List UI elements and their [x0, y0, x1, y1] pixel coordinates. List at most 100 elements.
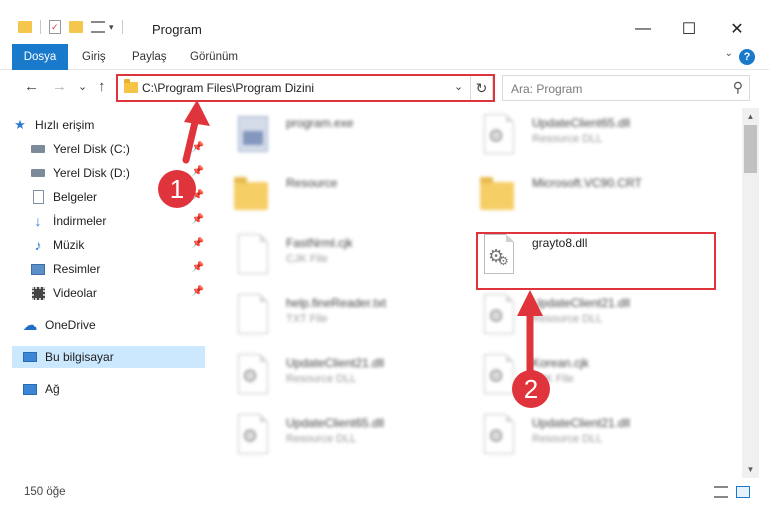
sidebar-item-videos[interactable]: Videolar 📌 — [30, 282, 206, 304]
title-bar: ✓ ▾ Program — ☐ ✕ — [0, 0, 769, 44]
search-box[interactable]: ⚲ — [502, 75, 750, 101]
file-name: UpdateClient65.dll — [532, 116, 631, 130]
file-type: TXT File — [286, 313, 328, 325]
file-item-grayto8-dll[interactable]: ⚙ ⚙ grayto8.dll — [478, 232, 708, 288]
file-name: help.fineReader.txt — [286, 296, 387, 310]
maximize-button[interactable]: ☐ — [666, 14, 712, 44]
sidebar-item-network[interactable]: Ağ — [22, 378, 206, 400]
dll-icon: ⚙ — [232, 352, 272, 400]
file-name: Resource — [286, 176, 338, 190]
scroll-down-button[interactable]: ▼ — [742, 461, 759, 478]
folder-icon — [18, 21, 32, 33]
pin-icon: 📌 — [191, 214, 204, 225]
address-path[interactable]: C:\Program Files\Program Dizini — [142, 81, 314, 95]
status-bar: 150 öğe — [0, 478, 769, 510]
up-button[interactable]: ↑ — [98, 78, 106, 95]
dll-icon: ⚙ — [478, 412, 518, 460]
new-folder-icon[interactable] — [69, 21, 83, 33]
minimize-button[interactable]: — — [620, 14, 666, 44]
file-type: Resource DLL — [532, 313, 603, 325]
pin-icon: 📌 — [191, 286, 204, 297]
dll-icon: ⚙ — [478, 112, 518, 160]
document-icon — [232, 232, 272, 280]
file-type: CJK File — [286, 253, 328, 265]
tab-home[interactable]: Giriş — [72, 44, 116, 70]
sidebar-item-label: Yerel Disk (D:) — [53, 166, 130, 180]
file-name: UpdateClient21.dll — [286, 356, 385, 370]
file-name: grayto8.dll — [532, 236, 588, 250]
close-button[interactable]: ✕ — [714, 14, 760, 44]
file-item[interactable]: FastNrml.cjk CJK File — [232, 232, 462, 288]
file-item[interactable]: ⚙ UpdateClient21.dll Resource DLL — [478, 292, 708, 348]
file-name: program.exe — [286, 116, 354, 130]
sidebar-item-label: Bu bilgisayar — [45, 350, 114, 364]
customize-toolbar-icon[interactable] — [91, 21, 105, 33]
sidebar-item-downloads[interactable]: ↓ İndirmeler 📌 — [30, 210, 206, 232]
sidebar-item-pictures[interactable]: Resimler 📌 — [30, 258, 206, 280]
forward-button[interactable]: → — [52, 78, 67, 95]
scroll-up-button[interactable]: ▲ — [742, 108, 759, 125]
file-item[interactable]: ⚙ UpdateClient65.dll Resource DLL — [478, 112, 708, 168]
file-type: Resource DLL — [532, 433, 603, 445]
step-1-callout: 1 — [158, 170, 196, 208]
tab-share[interactable]: Paylaş — [122, 44, 177, 70]
videos-icon — [30, 286, 46, 300]
folder-icon — [124, 79, 138, 93]
folder-item[interactable]: Microsoft.VC90.CRT — [478, 172, 708, 228]
file-name: FastNrml.cjk — [286, 236, 353, 250]
music-icon: ♪ — [34, 237, 42, 253]
dropdown-icon[interactable]: ▾ — [109, 22, 114, 33]
help-button[interactable]: ? — [739, 49, 755, 65]
file-list: program.exe Resource FastNrml.cjk CJK Fil… — [210, 108, 740, 478]
collapse-ribbon-button[interactable]: ⌄ — [725, 48, 733, 59]
folder-item[interactable]: Resource — [232, 172, 462, 228]
recent-locations-button[interactable]: ⌄ — [78, 80, 87, 93]
dll-icon: ⚙ ⚙ — [478, 232, 518, 280]
cloud-icon: ☁ — [22, 317, 38, 334]
file-item[interactable]: program.exe — [232, 112, 462, 168]
pin-icon: 📌 — [191, 166, 204, 177]
sidebar-item-music[interactable]: ♪ Müzik 📌 — [30, 234, 206, 256]
quick-access-toolbar: ✓ ▾ — [18, 20, 127, 34]
refresh-button[interactable]: ↻ — [470, 76, 492, 100]
pictures-icon — [30, 262, 46, 276]
tab-file[interactable]: Dosya — [12, 44, 68, 70]
large-icons-view-icon[interactable] — [736, 486, 750, 498]
documents-icon — [30, 190, 46, 204]
star-icon: ★ — [14, 117, 26, 132]
properties-icon[interactable]: ✓ — [49, 20, 61, 34]
address-dropdown-button[interactable]: ⌄ — [454, 80, 463, 93]
navigation-bar: ← → ⌄ ↑ C:\Program Files\Program Dizini … — [0, 70, 769, 106]
sidebar-item-this-pc[interactable]: Bu bilgisayar — [12, 346, 205, 368]
toolbar-separator — [40, 20, 41, 34]
network-icon — [22, 382, 38, 396]
file-item[interactable]: ⚙ UpdateClient21.dll Resource DLL — [232, 352, 462, 408]
file-name: Microsoft.VC90.CRT — [532, 176, 642, 190]
details-view-icon[interactable] — [714, 486, 728, 498]
file-name: Korean.cjk — [532, 356, 589, 370]
tab-view[interactable]: Görünüm — [180, 44, 248, 70]
sidebar-item-quick-access[interactable]: ★ Hızlı erişim — [12, 114, 204, 136]
file-name: UpdateClient65.dll — [286, 416, 385, 430]
scroll-thumb[interactable] — [744, 125, 757, 173]
drive-icon — [30, 166, 46, 180]
pin-icon: 📌 — [191, 238, 204, 249]
sidebar-item-label: Resimler — [53, 262, 101, 276]
vertical-scrollbar[interactable]: ▲ ▼ — [742, 108, 759, 478]
search-icon[interactable]: ⚲ — [733, 79, 743, 96]
sidebar-item-local-disk-c[interactable]: Yerel Disk (C:) 📌 — [30, 138, 206, 160]
file-item[interactable]: help.fineReader.txt TXT File — [232, 292, 462, 348]
sidebar-item-label: OneDrive — [45, 318, 96, 332]
search-input[interactable] — [511, 80, 711, 98]
address-bar[interactable]: C:\Program Files\Program Dizini ⌄ ↻ — [117, 75, 493, 101]
file-item[interactable]: ⚙ UpdateClient21.dll Resource DLL — [478, 412, 708, 468]
sidebar-item-label: Hızlı erişim — [35, 118, 95, 132]
sidebar-item-onedrive[interactable]: ☁ OneDrive — [22, 314, 206, 336]
file-type: Resource DLL — [286, 433, 357, 445]
ribbon: Dosya Giriş Paylaş Görünüm ⌄ ? — [0, 44, 769, 70]
back-button[interactable]: ← — [24, 78, 39, 95]
file-item[interactable]: ⚙ UpdateClient65.dll Resource DLL — [232, 412, 462, 468]
drive-icon — [30, 142, 46, 156]
file-item[interactable]: ⚙ Korean.cjk CJK File — [478, 352, 708, 408]
sidebar-item-label: İndirmeler — [53, 214, 107, 228]
